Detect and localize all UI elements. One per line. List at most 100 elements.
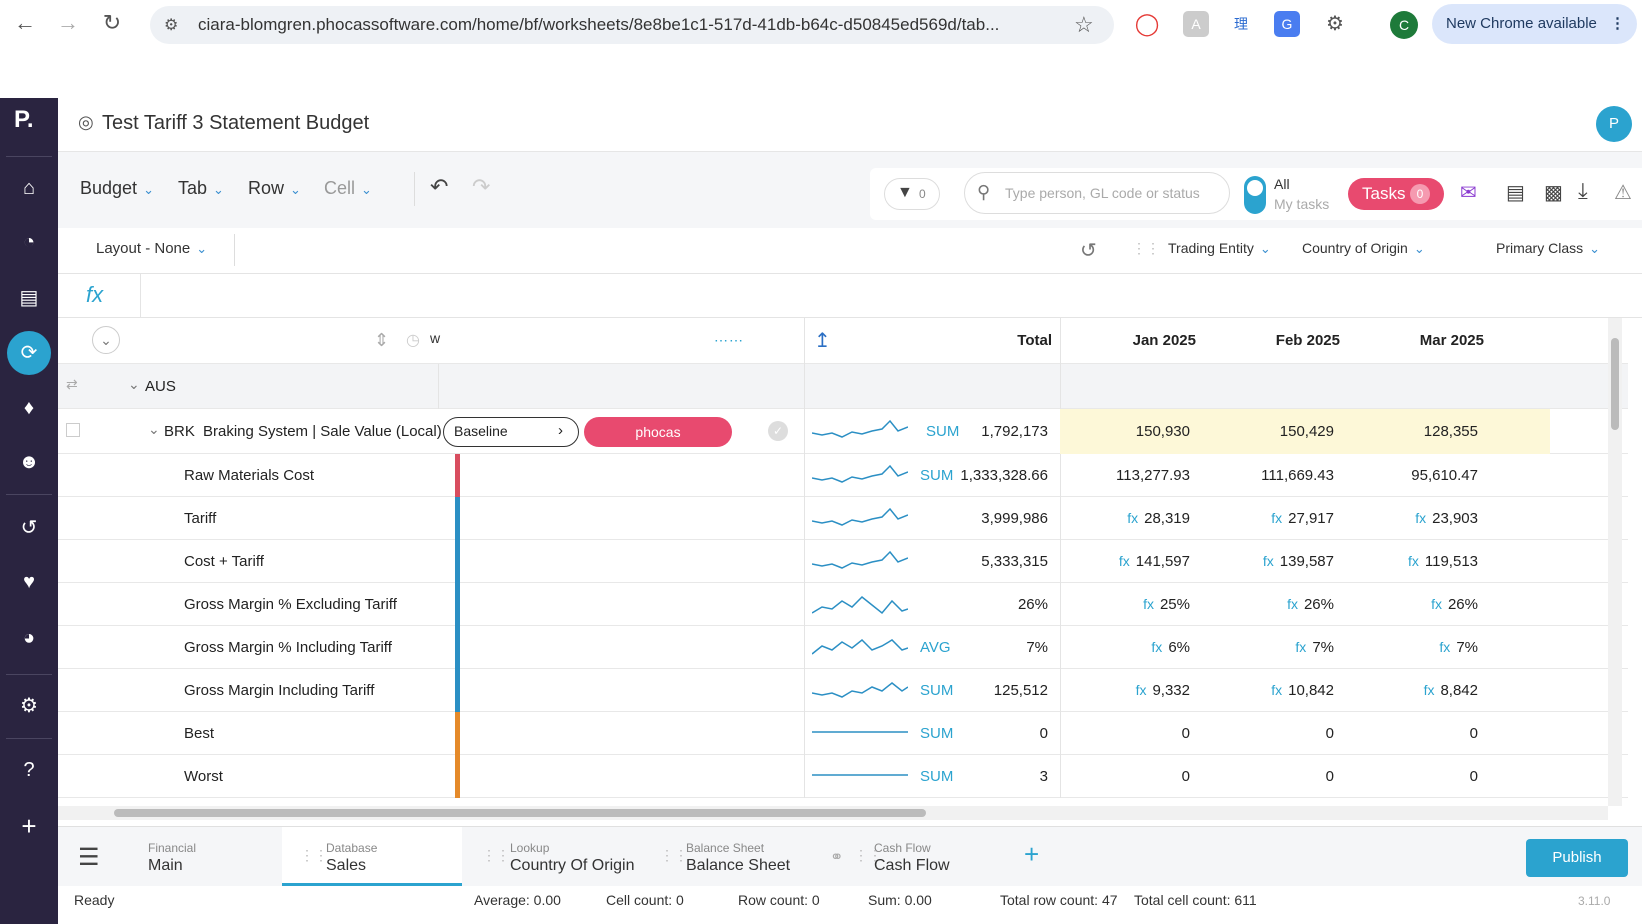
row-spacing-icon[interactable]: ⇕ [374, 330, 389, 351]
home-icon[interactable]: ⌂ [13, 172, 45, 204]
country-of-origin-dimension[interactable]: Country of Origin ⌄ [1302, 240, 1425, 257]
trend-icon[interactable]: ↥ [814, 328, 831, 353]
tab-database-sales[interactable]: ⋮⋮ Database Sales [282, 827, 462, 887]
address-bar[interactable]: ⚙ ciara-blomgren.phocassoftware.com/home… [150, 6, 1114, 44]
month-cell[interactable]: 113,277.93 [1098, 454, 1190, 497]
publish-button[interactable]: Publish [1526, 839, 1628, 877]
phocas-tag[interactable]: phocas [584, 417, 732, 447]
budget-forecast-icon[interactable]: ⟳ [7, 331, 51, 375]
budget-menu[interactable]: Budget ⌄ [80, 178, 154, 199]
total-cell[interactable]: 1,792,173 [958, 409, 1048, 454]
user-avatar[interactable]: P [1596, 106, 1632, 142]
collapse-all-icon[interactable]: ⌄ [92, 326, 120, 354]
clipboard-icon[interactable]: ▤ [1506, 180, 1525, 205]
people-icon[interactable]: ☻ [13, 446, 45, 478]
favorites-heart-icon[interactable]: ♥ [13, 566, 45, 598]
total-column-header[interactable]: Total [958, 318, 1052, 364]
month-cell[interactable]: 0 [1384, 712, 1478, 755]
baseline-selector[interactable]: Baseline › [443, 417, 579, 447]
view-density-toggle[interactable]: ⋯⋯ [714, 332, 744, 349]
approve-check-icon[interactable]: ✓ [768, 421, 788, 441]
tab-lookup-country[interactable]: ⋮⋮ Lookup Country Of Origin [464, 827, 648, 887]
table-row[interactable]: Gross Margin % Excluding Tariff 26% fx 25% f… [58, 583, 1628, 626]
formula-input[interactable] [142, 274, 1642, 318]
month-cell[interactable]: fx 141,597 [1098, 540, 1190, 583]
add-icon[interactable]: + [13, 810, 45, 842]
reports-icon[interactable]: ▤ [13, 282, 45, 314]
extension-icon[interactable]: A [1183, 11, 1209, 37]
row-checkbox[interactable] [66, 423, 80, 437]
cell-menu[interactable]: Cell ⌄ [324, 178, 372, 199]
chevron-down-icon[interactable]: ⌄ [148, 421, 160, 438]
month-cell[interactable]: fx 9,332 [1098, 669, 1190, 712]
history-icon[interactable]: ↺ [13, 512, 45, 544]
total-cell[interactable]: 7% [958, 626, 1048, 669]
month-cell[interactable]: 0 [1098, 755, 1190, 798]
total-cell[interactable]: 5,333,315 [958, 540, 1048, 583]
bookmark-star-icon[interactable]: ☆ [1074, 12, 1094, 38]
tags-icon[interactable]: ♦ [13, 392, 45, 424]
trading-entity-dimension[interactable]: ⋮⋮ Trading Entity ⌄ [1132, 240, 1271, 257]
table-row-brk[interactable]: ⌄ BRK Braking System | Sale Value (Local… [58, 409, 1628, 454]
total-cell[interactable]: 0 [958, 712, 1048, 755]
redo-icon[interactable]: ↷ [472, 174, 490, 200]
month-cell[interactable]: fx 139,587 [1240, 540, 1334, 583]
month-cell[interactable]: fx 8,842 [1384, 669, 1478, 712]
month-cell[interactable]: fx 27,917 [1240, 497, 1334, 540]
month-cell[interactable]: fx 10,842 [1240, 669, 1334, 712]
row-menu[interactable]: Row ⌄ [248, 178, 301, 199]
help-icon[interactable]: ? [13, 754, 45, 786]
kebab-menu-icon[interactable]: ⋮ [1610, 4, 1625, 44]
month-cell[interactable]: fx 26% [1384, 583, 1478, 626]
layout-dropdown[interactable]: Layout - None ⌄ [96, 240, 207, 257]
undo-icon[interactable]: ↶ [430, 174, 448, 200]
new-chrome-available-button[interactable]: New Chrome available ⋮ [1432, 4, 1637, 44]
translate-extension-icon[interactable]: 理 [1228, 11, 1254, 37]
table-row[interactable]: Gross Margin Including Tariff SUM 125,512 f… [58, 669, 1628, 712]
vertical-scrollbar[interactable] [1608, 318, 1622, 806]
month-cell[interactable]: 128,355 [1384, 409, 1478, 454]
table-row[interactable]: Raw Materials Cost SUM 1,333,328.66 113,277… [58, 454, 1628, 497]
month-cell[interactable]: 95,610.47 [1384, 454, 1478, 497]
month-cell[interactable]: fx 6% [1098, 626, 1190, 669]
google-translate-icon[interactable]: G [1274, 11, 1300, 37]
month-cell[interactable]: fx 119,513 [1384, 540, 1478, 583]
month-cell[interactable]: 111,669.43 [1240, 454, 1334, 497]
tab-balance-sheet[interactable]: ⋮⋮ Balance Sheet Balance Sheet [650, 827, 822, 887]
total-cell[interactable]: 3,999,986 [958, 497, 1048, 540]
reload-icon[interactable]: ↻ [97, 8, 127, 38]
clock-icon[interactable]: ◷ [406, 330, 420, 350]
month-cell[interactable]: fx 25% [1098, 583, 1190, 626]
download-icon[interactable]: ⤓ [1578, 178, 1588, 204]
task-search-input[interactable]: ⚲ Type person, GL code or status [964, 172, 1230, 214]
tasks-button[interactable]: Tasks 0 [1348, 178, 1444, 210]
back-icon[interactable]: ← [10, 8, 40, 38]
horizontal-scrollbar[interactable] [58, 806, 1608, 820]
reset-icon[interactable]: ↺ [1080, 238, 1097, 263]
table-row[interactable]: Worst SUM 3 0 0 0 [58, 755, 1628, 798]
tab-menu[interactable]: Tab ⌄ [178, 178, 224, 199]
forward-icon[interactable]: → [53, 8, 83, 38]
total-cell[interactable]: 125,512 [958, 669, 1048, 712]
hamburger-menu-icon[interactable]: ☰ [78, 843, 100, 872]
month-column-header[interactable]: Jan 2025 [1098, 318, 1196, 364]
profile-avatar[interactable]: C [1390, 11, 1418, 39]
month-cell[interactable]: fx 7% [1240, 626, 1334, 669]
user-settings-icon[interactable]: ⚙ [13, 690, 45, 722]
table-row[interactable]: Cost + Tariff 5,333,315 fx 141,597 fx 139,587… [58, 540, 1628, 583]
table-row[interactable]: Best SUM 0 0 0 0 [58, 712, 1628, 755]
month-cell[interactable]: 0 [1240, 755, 1334, 798]
month-cell[interactable]: 150,429 [1240, 409, 1334, 454]
total-cell[interactable]: 3 [958, 755, 1048, 798]
month-cell[interactable]: 150,930 [1098, 409, 1190, 454]
tab-financial-main[interactable]: Financial Main [120, 827, 280, 887]
tab-cash-flow[interactable]: ⚭ ⋮⋮ Cash Flow Cash Flow [824, 827, 1010, 887]
month-cell[interactable]: 0 [1384, 755, 1478, 798]
month-cell[interactable]: 0 [1098, 712, 1190, 755]
table-row[interactable]: Tariff 3,999,986 fx 28,319 fx 27,917 fx 23,903 [58, 497, 1628, 540]
primary-class-dimension[interactable]: Primary Class ⌄ [1496, 240, 1600, 257]
comments-icon[interactable]: ✉ [1460, 180, 1477, 205]
analytics-pie-icon[interactable]: ◔ [13, 226, 45, 258]
dashboard-gauge-icon[interactable]: ◕ [13, 622, 45, 654]
group-row-aus[interactable]: ⇄ ⌄ AUS [58, 364, 1628, 409]
